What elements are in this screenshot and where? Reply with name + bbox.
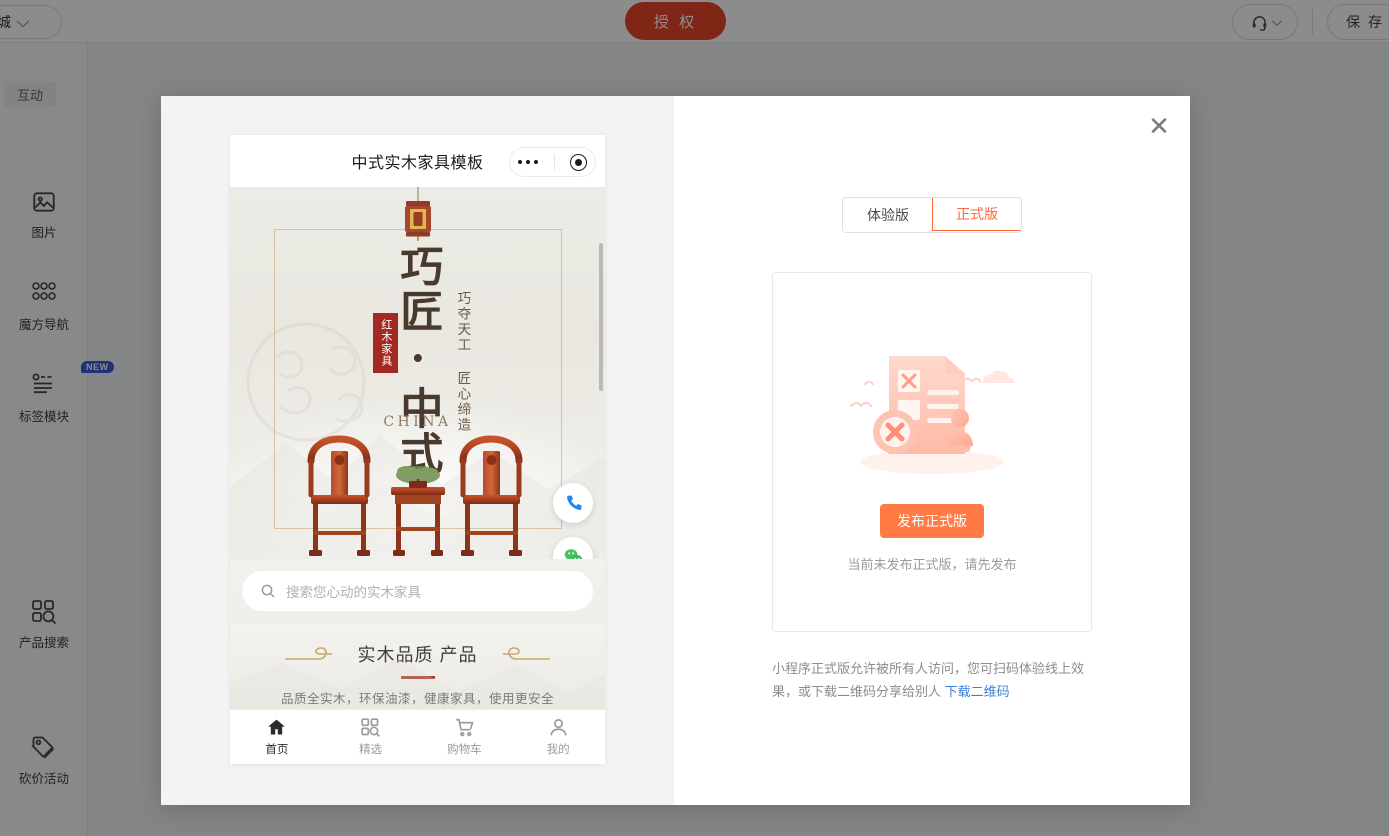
cloud-scroll-icon (502, 647, 550, 660)
app-root: 程序商城 授 权 保 存 互动 (0, 0, 1389, 836)
capsule-divider (553, 154, 555, 170)
publish-modal: 中式实木家具模板 巧匠·中式 巧夺天工 匠心缔造 红木家具 CHINA 搜索您心… (161, 96, 1190, 805)
close-icon[interactable]: ✕ (1142, 110, 1176, 144)
version-switch: 体验版 正式版 (674, 96, 1190, 233)
user-icon (550, 719, 567, 736)
segment-official-version[interactable]: 正式版 (932, 198, 1021, 231)
publish-description-text: 小程序正式版允许被所有人访问，您可扫码体验线上效果，或下载二维码分享给别人 (772, 661, 1085, 699)
qrcode-card: 发布正式版 当前未发布正式版，请先发布 (772, 272, 1092, 632)
search-section: 搜索您心动的实木家具 (230, 559, 605, 623)
poster-side-text: 巧夺天工 匠心缔造 (454, 291, 471, 433)
phone-navbar: 中式实木家具模板 (230, 135, 605, 187)
phone-tabbar: 首页 精选 购物车 我的 (230, 709, 605, 764)
search-placeholder: 搜索您心动的实木家具 (286, 585, 421, 600)
preview-scrollbar[interactable] (599, 243, 603, 391)
poster-banner[interactable]: 巧匠·中式 巧夺天工 匠心缔造 红木家具 CHINA (230, 187, 605, 559)
wechat-icon (564, 548, 582, 559)
modal-preview-pane: 中式实木家具模板 巧匠·中式 巧夺天工 匠心缔造 红木家具 CHINA 搜索您心… (161, 96, 674, 805)
segment-trial-version[interactable]: 体验版 (843, 198, 933, 232)
search-icon (261, 584, 275, 598)
phone-fab-button[interactable] (553, 483, 593, 523)
search-input[interactable]: 搜索您心动的实木家具 (242, 571, 593, 611)
poster-english-text: CHINA (383, 414, 452, 430)
floating-actions (553, 483, 593, 559)
version-segmented-control: 体验版 正式版 (842, 197, 1022, 233)
wechat-fab-button[interactable] (553, 537, 593, 559)
poster-seal: 红木家具 (373, 313, 398, 373)
target-circle-icon[interactable] (570, 153, 588, 171)
modal-publish-pane: ✕ 体验版 正式版 发布正式版 当前未发布正式版，请先发布 小程序正式版允许被所… (674, 96, 1190, 805)
phone-content: 巧匠·中式 巧夺天工 匠心缔造 红木家具 CHINA 搜索您心动的实木家具 实木… (230, 187, 605, 764)
home-icon (268, 719, 286, 735)
empty-document-error-illustration (850, 355, 1014, 474)
grid-search-icon (361, 718, 380, 737)
tab-home[interactable]: 首页 (230, 717, 324, 757)
tab-label: 购物车 (447, 744, 482, 756)
publish-hint: 当前未发布正式版，请先发布 (847, 556, 1017, 572)
cart-icon (456, 718, 474, 737)
publish-description: 小程序正式版允许被所有人访问，您可扫码体验线上效果，或下载二维码分享给别人 下载… (772, 658, 1092, 704)
tab-mine[interactable]: 我的 (511, 717, 605, 757)
lantern-icon (404, 187, 431, 241)
wechat-capsule[interactable] (509, 147, 596, 177)
phone-icon (566, 495, 581, 510)
phone-preview: 中式实木家具模板 巧匠·中式 巧夺天工 匠心缔造 红木家具 CHINA 搜索您心… (230, 135, 605, 764)
more-dots-icon[interactable] (517, 159, 539, 165)
rosewood-chairs-image (307, 435, 522, 556)
publish-official-button[interactable]: 发布正式版 (880, 503, 984, 538)
phone-title: 中式实木家具模板 (351, 155, 484, 172)
tab-featured[interactable]: 精选 (324, 717, 418, 757)
tab-label: 精选 (359, 744, 383, 756)
tab-label: 我的 (546, 744, 570, 756)
tab-label: 首页 (265, 744, 289, 756)
tab-cart[interactable]: 购物车 (418, 717, 512, 757)
quality-section[interactable]: 实木品质 产品 品质全实木，环保油漆，健康家具，使用更安全 (230, 623, 605, 719)
download-qrcode-link[interactable]: 下载二维码 (945, 684, 1010, 699)
